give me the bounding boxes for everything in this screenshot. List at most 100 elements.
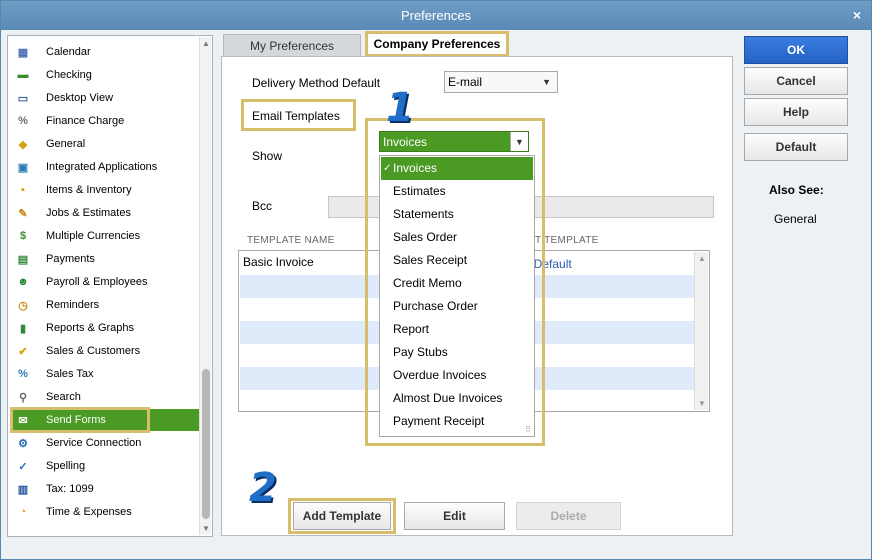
dropdown-option-estimates[interactable]: Estimates (381, 180, 533, 203)
sidebar-item-reports-graphs[interactable]: ▮ Reports & Graphs (12, 317, 202, 339)
sidebar-item-sales-customers[interactable]: ✔ Sales & Customers (12, 340, 202, 362)
dropdown-option-purchase-order[interactable]: Purchase Order (381, 295, 533, 318)
dropdown-option-label: Almost Due Invoices (393, 391, 503, 405)
sidebar-item-multiple-currencies[interactable]: $ Multiple Currencies (12, 225, 202, 247)
search-icon: ⚲ (18, 391, 28, 404)
delivery-method-select[interactable]: E-mail ▼ (444, 71, 558, 93)
close-icon[interactable]: × (853, 1, 861, 30)
tab-company-preferences[interactable]: Company Preferences (365, 31, 509, 57)
also-see-general-link[interactable]: General (774, 212, 817, 226)
sidebar-scrollbar[interactable]: ▲ ▼ (199, 37, 211, 535)
dropdown-option-credit-memo[interactable]: Credit Memo (381, 272, 533, 295)
cancel-button[interactable]: Cancel (744, 67, 848, 95)
checkmark-icon: ✓ (383, 163, 392, 174)
sidebar-item-checking[interactable]: ▬ Checking (12, 64, 202, 86)
dropdown-option-statements[interactable]: Statements (381, 203, 533, 226)
sidebar-item-label: Sales & Customers (46, 345, 141, 357)
boxes-icon: ▪ (21, 184, 25, 196)
scroll-up-icon[interactable]: ▲ (202, 39, 210, 48)
help-button[interactable]: Help (744, 98, 848, 126)
sidebar-item-jobs-estimates[interactable]: ✎ Jobs & Estimates (12, 202, 202, 224)
general-icon: ◆ (18, 138, 28, 151)
scroll-thumb[interactable] (202, 369, 210, 519)
desktop-icon: ▭ (17, 92, 29, 105)
sidebar-item-service-connection[interactable]: ⚙ Service Connection (12, 432, 202, 454)
sidebar-item-label: Checking (46, 69, 92, 81)
table-scrollbar[interactable]: ▲ ▼ (694, 252, 708, 410)
service-icon: ⚙ (18, 437, 28, 450)
sidebar-item-sales-tax[interactable]: % Sales Tax (12, 363, 202, 385)
jobs-icon: ✎ (18, 207, 28, 220)
dropdown-option-label: Purchase Order (393, 299, 478, 313)
sidebar-item-reminders[interactable]: ◷ Reminders (12, 294, 202, 316)
sidebar-item-label: Spelling (46, 460, 86, 472)
delivery-method-label: Delivery Method Default (252, 76, 381, 90)
dropdown-option-label: Invoices (393, 161, 438, 175)
sidebar-item-time-expenses[interactable]: ◔ Time & Expenses (12, 501, 202, 523)
email-templates-label: Email Templates (252, 109, 340, 123)
dropdown-option-overdue-invoices[interactable]: Overdue Invoices (381, 364, 533, 387)
dropdown-option-pay-stubs[interactable]: Pay Stubs (381, 341, 533, 364)
sidebar-item-payroll-employees[interactable]: ☻ Payroll & Employees (12, 271, 202, 293)
sidebar-item-label: Reminders (46, 299, 100, 311)
ok-button[interactable]: OK (744, 36, 848, 64)
apps-icon: ▣ (17, 161, 29, 174)
dropdown-option-report[interactable]: Report (381, 318, 533, 341)
default-button[interactable]: Default (744, 133, 848, 161)
clock-icon: ◔ (19, 506, 27, 518)
bcc-label: Bcc (252, 199, 273, 213)
dropdown-option-almost-due-invoices[interactable]: Almost Due Invoices (381, 387, 533, 410)
sidebar-item-label: Payments (46, 253, 95, 265)
sidebar-item-general[interactable]: ◆ General (12, 133, 202, 155)
delete-button[interactable]: Delete (516, 502, 621, 530)
dropdown-option-payment-receipt[interactable]: Payment Receipt (381, 410, 533, 433)
step-one-marker: 1 (386, 85, 414, 131)
also-see-label: Also See: (769, 183, 824, 197)
dropdown-option-sales-order[interactable]: Sales Order (381, 226, 533, 249)
sidebar-item-label: Payroll & Employees (46, 276, 148, 288)
dropdown-option-label: Estimates (393, 184, 446, 198)
add-template-button[interactable]: Add Template (293, 502, 391, 530)
payments-icon: ▤ (17, 253, 29, 266)
template-name-header: TEMPLATE NAME (247, 235, 335, 246)
sidebar-item-label: Items & Inventory (46, 184, 132, 196)
sidebar-item-items-inventory[interactable]: ▪ Items & Inventory (12, 179, 202, 201)
resize-grip-icon[interactable]: ⠿ (525, 425, 531, 434)
delivery-method-value: E-mail (448, 75, 483, 89)
dropdown-option-label: Pay Stubs (393, 345, 448, 359)
show-select[interactable]: Invoices ▼ (379, 131, 529, 152)
sidebar-item-label: Service Connection (46, 437, 142, 449)
sidebar-item-payments[interactable]: ▤ Payments (12, 248, 202, 270)
sidebar-item-tax-1099[interactable]: ▥ Tax: 1099 (12, 478, 202, 500)
sidebar-item-integrated-applications[interactable]: ▣ Integrated Applications (12, 156, 202, 178)
dropdown-option-label: Statements (393, 207, 454, 221)
sidebar-item-label: Time & Expenses (46, 506, 132, 518)
sidebar-item-label: General (46, 138, 86, 150)
sidebar-item-spelling[interactable]: ✓ Spelling (12, 455, 202, 477)
sidebar-item-desktop-view[interactable]: ▭ Desktop View (12, 87, 202, 109)
dropdown-option-label: Overdue Invoices (393, 368, 487, 382)
scroll-down-icon[interactable]: ▼ (698, 399, 706, 408)
send-forms-highlight (10, 407, 150, 433)
dropdown-option-label: Sales Order (393, 230, 458, 244)
sidebar-item-label: Integrated Applications (46, 161, 158, 173)
sidebar-item-search[interactable]: ⚲ Search (12, 386, 202, 408)
window-title: Preferences (400, 8, 472, 23)
sidebar-item-label: Tax: 1099 (46, 483, 94, 495)
sidebar-item-label: Sales Tax (46, 368, 94, 380)
chart-icon: ▮ (19, 322, 27, 335)
tab-my-preferences[interactable]: My Preferences (223, 34, 361, 56)
scroll-down-icon[interactable]: ▼ (202, 524, 210, 533)
sidebar-item-label: Finance Charge (46, 115, 125, 127)
tax-icon: % (18, 368, 28, 380)
chevron-down-icon: ▼ (542, 77, 551, 87)
title-bar: Preferences × (1, 1, 871, 30)
template-name-cell: Basic Invoice (243, 255, 314, 269)
edit-button[interactable]: Edit (404, 502, 505, 530)
dropdown-option-invoices[interactable]: ✓ Invoices (381, 157, 533, 180)
sidebar-item-calendar[interactable]: ▦ Calendar (12, 41, 202, 63)
sidebar-item-finance-charge[interactable]: % Finance Charge (12, 110, 202, 132)
dropdown-option-sales-receipt[interactable]: Sales Receipt (381, 249, 533, 272)
calendar-icon: ▦ (17, 46, 29, 59)
scroll-up-icon[interactable]: ▲ (698, 254, 706, 263)
